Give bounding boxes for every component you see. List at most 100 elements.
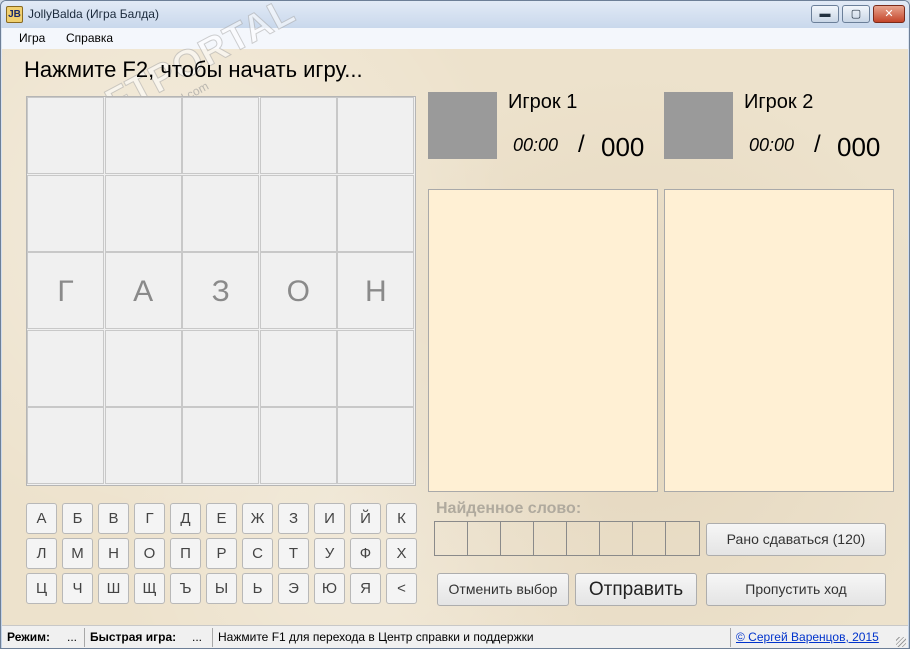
letter-key[interactable]: Й (350, 503, 381, 534)
skip-turn-button[interactable]: Пропустить ход (706, 573, 886, 606)
board-cell[interactable] (259, 329, 337, 407)
letter-key[interactable]: Н (98, 538, 129, 569)
board-cell[interactable] (27, 407, 104, 485)
board-cell[interactable] (104, 329, 182, 407)
board-cell[interactable]: Н (337, 252, 415, 330)
player-1-time: 00:00 (513, 135, 559, 155)
letter-key[interactable]: Щ (134, 573, 165, 604)
letter-key[interactable]: О (134, 538, 165, 569)
board-cell[interactable] (104, 97, 182, 174)
maximize-icon: ▢ (850, 8, 862, 20)
letter-key[interactable]: Р (206, 538, 237, 569)
letter-key[interactable]: Е (206, 503, 237, 534)
game-board: ГАЗОН (26, 96, 416, 486)
player-1-name: Игрок 1 (508, 91, 578, 113)
letter-key[interactable]: Ы (206, 573, 237, 604)
letter-key[interactable]: И (314, 503, 345, 534)
status-hint: Нажмите F1 для перехода в Центр справки … (218, 630, 534, 644)
board-cell[interactable] (259, 174, 337, 252)
letter-key[interactable]: Ф (350, 538, 381, 569)
letter-key[interactable]: Т (278, 538, 309, 569)
board-cell[interactable] (27, 97, 104, 174)
letter-key[interactable]: Ъ (170, 573, 201, 604)
player-1-score: 000 (601, 132, 645, 162)
status-divider (730, 628, 731, 647)
minimize-button[interactable]: ▬ (811, 5, 839, 23)
letter-key[interactable]: Ш (98, 573, 129, 604)
board-cell[interactable]: А (104, 252, 182, 330)
app-window: JB JollyBalda (Игра Балда) ▬ ▢ ✕ Игра Сп… (0, 0, 910, 649)
letter-key[interactable]: Ь (242, 573, 273, 604)
send-button[interactable]: Отправить (575, 573, 697, 606)
copyright-link[interactable]: © Сергей Варенцов, 2015 (736, 630, 879, 644)
board-cell[interactable]: О (259, 252, 337, 330)
found-word-slot (501, 522, 534, 555)
board-cell[interactable] (182, 97, 260, 174)
game-area: SOFTPORTAL www.softportal.com Нажмите F2… (2, 1, 908, 625)
found-word-slot (633, 522, 666, 555)
status-divider (84, 628, 85, 647)
give-up-button[interactable]: Рано сдаваться (120) (706, 523, 886, 556)
status-quick-value: ... (192, 630, 203, 644)
player-2-name: Игрок 2 (744, 91, 814, 113)
letter-key[interactable]: Э (278, 573, 309, 604)
letter-key[interactable]: Л (26, 538, 57, 569)
found-word-slot (468, 522, 501, 555)
close-icon: ✕ (884, 8, 894, 20)
board-cell[interactable] (337, 329, 415, 407)
letter-key[interactable]: З (278, 503, 309, 534)
board-cell[interactable]: З (182, 252, 260, 330)
player-1-word-list[interactable] (428, 189, 658, 492)
letter-key[interactable]: Г (134, 503, 165, 534)
letter-key[interactable]: В (98, 503, 129, 534)
letter-key[interactable]: У (314, 538, 345, 569)
player-1-avatar (428, 92, 497, 159)
board-cell[interactable] (337, 407, 415, 485)
player-2-separator: / (814, 131, 821, 158)
board-cell[interactable] (182, 407, 260, 485)
board-cell[interactable] (337, 97, 415, 174)
letter-key[interactable]: М (62, 538, 93, 569)
status-quick-label: Быстрая игра: (90, 630, 177, 644)
status-divider (212, 628, 213, 647)
found-word-slot (534, 522, 567, 555)
minimize-icon: ▬ (819, 8, 831, 20)
board-cell[interactable] (182, 174, 260, 252)
player-2-avatar (664, 92, 733, 159)
letter-key[interactable]: Д (170, 503, 201, 534)
board-cell[interactable] (104, 174, 182, 252)
found-word-slot (435, 522, 468, 555)
letter-key[interactable]: А (26, 503, 57, 534)
found-word-slots (434, 521, 700, 556)
letter-key[interactable]: Ц (26, 573, 57, 604)
board-cell[interactable] (259, 97, 337, 174)
player-2-score: 000 (837, 132, 881, 162)
letter-key[interactable]: П (170, 538, 201, 569)
board-cell[interactable] (27, 329, 104, 407)
board-cell[interactable] (182, 329, 260, 407)
backspace-key[interactable]: < (386, 573, 417, 604)
board-cell[interactable] (104, 407, 182, 485)
letter-key[interactable]: С (242, 538, 273, 569)
found-word-slot (666, 522, 699, 555)
letter-key[interactable]: Ю (314, 573, 345, 604)
letter-key[interactable]: Х (386, 538, 417, 569)
board-cell[interactable] (27, 174, 104, 252)
found-word-slot (600, 522, 633, 555)
board-cell[interactable]: Г (27, 252, 104, 330)
maximize-button[interactable]: ▢ (842, 5, 870, 23)
cancel-selection-button[interactable]: Отменить выбор (437, 573, 569, 606)
found-word-slot (567, 522, 600, 555)
close-button[interactable]: ✕ (873, 5, 905, 23)
letter-key[interactable]: Ч (62, 573, 93, 604)
board-cell[interactable] (337, 174, 415, 252)
letter-key[interactable]: Я (350, 573, 381, 604)
letter-key[interactable]: Б (62, 503, 93, 534)
app-icon: JB (6, 6, 23, 23)
status-bar: Режим: ... Быстрая игра: ... Нажмите F1 … (2, 625, 908, 648)
player-2-word-list[interactable] (664, 189, 894, 492)
letter-key[interactable]: Ж (242, 503, 273, 534)
letter-key[interactable]: К (386, 503, 417, 534)
resize-grip-icon[interactable] (896, 637, 906, 647)
board-cell[interactable] (259, 407, 337, 485)
